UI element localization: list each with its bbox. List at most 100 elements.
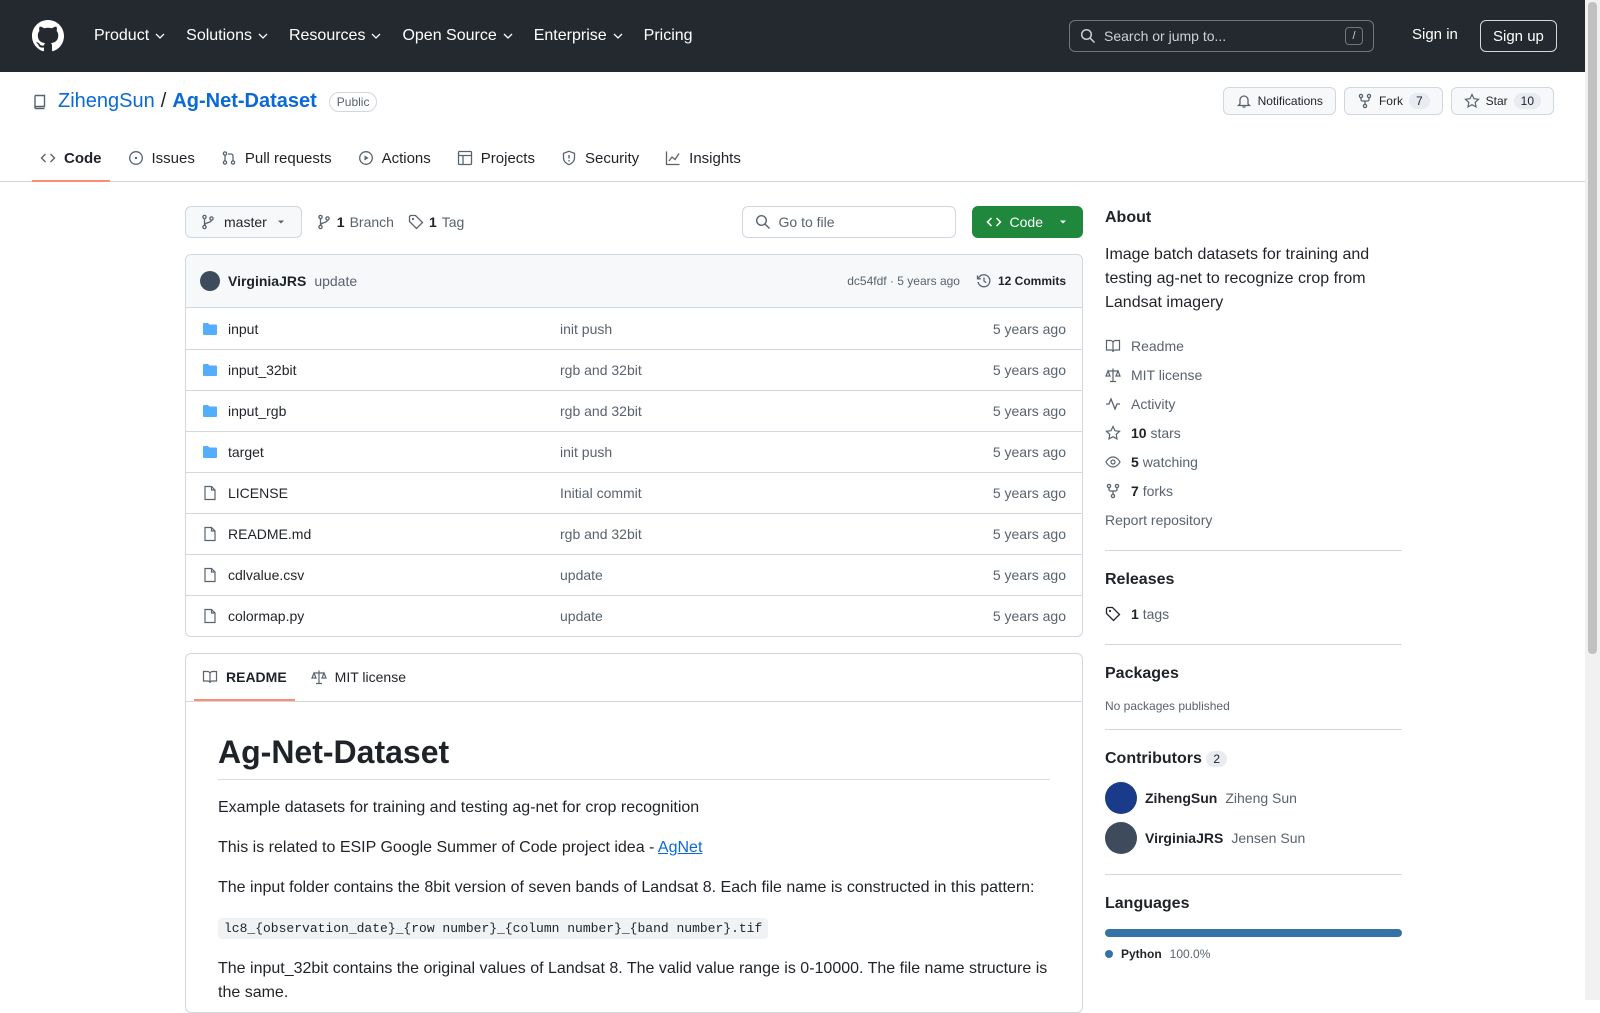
- releases-heading[interactable]: Releases: [1105, 571, 1402, 589]
- activity-link[interactable]: Activity: [1105, 389, 1402, 418]
- branches-link[interactable]: 1 Branch: [316, 214, 394, 230]
- file-name-link[interactable]: colormap.py: [228, 608, 560, 624]
- readme-title: Ag-Net-Dataset: [218, 734, 1050, 780]
- sign-up-button[interactable]: Sign up: [1480, 20, 1557, 52]
- contributor-item[interactable]: ZihengSun Ziheng Sun: [1105, 778, 1402, 818]
- tab-code[interactable]: Code: [32, 136, 110, 182]
- eye-icon: [1105, 455, 1121, 468]
- file-name-link[interactable]: input_32bit: [228, 362, 560, 378]
- file-commit-message-link[interactable]: init push: [560, 321, 993, 337]
- readme-link[interactable]: Readme: [1105, 331, 1402, 360]
- forks-link[interactable]: 7 forks: [1105, 476, 1402, 505]
- contributors-count: 2: [1206, 751, 1228, 767]
- nav-pricing[interactable]: Pricing: [636, 21, 701, 51]
- watching-label: watching: [1142, 453, 1198, 470]
- search-input[interactable]: Search or jump to... /: [1069, 20, 1374, 52]
- watchers-link[interactable]: 5 watching: [1105, 447, 1402, 476]
- forks-count: 7: [1131, 482, 1139, 499]
- top-nav: Product Solutions Resources Open Source …: [86, 21, 701, 51]
- repo-owner-link[interactable]: ZihengSun: [58, 90, 155, 113]
- file-name-link[interactable]: cdlvalue.csv: [228, 567, 560, 583]
- avatar[interactable]: [200, 271, 220, 291]
- file-commit-message-link[interactable]: update: [560, 567, 993, 583]
- fork-button[interactable]: Fork 7: [1343, 87, 1443, 115]
- nav-product[interactable]: Product: [86, 21, 174, 51]
- avatar[interactable]: [1105, 822, 1137, 854]
- fork-icon: [1106, 483, 1120, 498]
- tab-issues[interactable]: Issues: [120, 136, 203, 182]
- nav-enterprise[interactable]: Enterprise: [526, 21, 632, 51]
- divider: [1105, 874, 1402, 875]
- repo-icon: [34, 94, 46, 109]
- file-row[interactable]: LICENSE Initial commit 5 years ago: [186, 472, 1082, 513]
- contributor-item[interactable]: VirginiaJRS Jensen Sun: [1105, 818, 1402, 858]
- scrollbar[interactable]: [1585, 0, 1600, 1000]
- release-tags-link[interactable]: 1 tags: [1105, 599, 1402, 628]
- tab-actions[interactable]: Actions: [350, 136, 439, 182]
- packages-heading[interactable]: Packages: [1105, 665, 1402, 683]
- file-commit-message-link[interactable]: update: [560, 608, 993, 624]
- contributors-heading[interactable]: Contributors 2: [1105, 750, 1402, 768]
- file-row[interactable]: cdlvalue.csv update 5 years ago: [186, 554, 1082, 595]
- github-logo-icon[interactable]: [32, 20, 64, 52]
- commit-author-link[interactable]: VirginiaJRS: [228, 273, 306, 289]
- language-item[interactable]: Python 100.0%: [1105, 947, 1402, 961]
- star-button[interactable]: Star 10: [1450, 87, 1554, 115]
- chevron-down-icon: [155, 33, 165, 39]
- file-name-link[interactable]: target: [228, 444, 560, 460]
- pull-request-icon: [222, 151, 236, 165]
- go-to-file-input[interactable]: Go to file: [741, 206, 956, 238]
- commit-message-link[interactable]: update: [314, 273, 357, 289]
- tab-projects[interactable]: Projects: [449, 136, 543, 182]
- file-name-link[interactable]: README.md: [228, 526, 560, 542]
- tab-insights[interactable]: Insights: [657, 136, 749, 182]
- stars-link[interactable]: 10 stars: [1105, 418, 1402, 447]
- file-commit-message-link[interactable]: rgb and 32bit: [560, 362, 993, 378]
- sign-in-link[interactable]: Sign in: [1412, 26, 1458, 43]
- tab-license[interactable]: MIT license: [303, 654, 414, 701]
- license-link[interactable]: MIT license: [1105, 360, 1402, 389]
- shield-icon: [562, 150, 576, 166]
- bell-icon: [1236, 95, 1251, 108]
- branch-selector[interactable]: master: [185, 206, 302, 238]
- tag-icon: [408, 214, 424, 230]
- file-row[interactable]: input_rgb rgb and 32bit 5 years ago: [186, 390, 1082, 431]
- file-row[interactable]: target init push 5 years ago: [186, 431, 1082, 472]
- commit-hash-link[interactable]: dc54fdf · 5 years ago: [847, 274, 960, 288]
- file-name-link[interactable]: input: [228, 321, 560, 337]
- file-name-link[interactable]: input_rgb: [228, 403, 560, 419]
- nav-solutions[interactable]: Solutions: [178, 21, 277, 51]
- file-row[interactable]: README.md rgb and 32bit 5 years ago: [186, 513, 1082, 554]
- file-commit-message-link[interactable]: rgb and 32bit: [560, 403, 993, 419]
- file-commit-message-link[interactable]: Initial commit: [560, 485, 993, 501]
- file-age: 5 years ago: [992, 485, 1066, 501]
- avatar[interactable]: [1105, 782, 1137, 814]
- readme-text: This is related to ESIP Google Summer of…: [218, 839, 658, 856]
- file-row[interactable]: colormap.py update 5 years ago: [186, 595, 1082, 636]
- tab-readme[interactable]: README: [194, 654, 295, 701]
- file-commit-message-link[interactable]: rgb and 32bit: [560, 526, 993, 542]
- tags-link[interactable]: 1 Tag: [408, 214, 464, 230]
- agnet-link[interactable]: AgNet: [658, 839, 702, 856]
- caret-down-icon: [1060, 220, 1066, 224]
- file-commit-message-link[interactable]: init push: [560, 444, 993, 460]
- notifications-button[interactable]: Notifications: [1222, 87, 1336, 115]
- repo-name-link[interactable]: Ag-Net-Dataset: [172, 90, 316, 113]
- tab-security[interactable]: Security: [553, 136, 647, 182]
- code-dropdown-button[interactable]: Code: [971, 206, 1083, 238]
- branch-icon: [318, 214, 330, 230]
- tab-pull-requests[interactable]: Pull requests: [213, 136, 340, 182]
- scrollbar-thumb[interactable]: [1588, 2, 1597, 654]
- commits-history-link[interactable]: 12 Commits: [976, 273, 1066, 289]
- file-name-link[interactable]: LICENSE: [228, 485, 560, 501]
- main-content: master 1 Branch 1 Tag Go to file Code Virg…: [185, 206, 1083, 1013]
- readme-paragraph: This is related to ESIP Google Summer of…: [218, 836, 1050, 860]
- file-icon: [204, 608, 216, 624]
- file-row[interactable]: input init push 5 years ago: [186, 308, 1082, 349]
- caret-down-icon: [277, 220, 284, 224]
- report-repository-link[interactable]: Report repository: [1105, 505, 1402, 534]
- nav-resources[interactable]: Resources: [281, 21, 390, 51]
- star-icon: [1105, 424, 1121, 440]
- nav-open-source[interactable]: Open Source: [394, 21, 521, 51]
- file-row[interactable]: input_32bit rgb and 32bit 5 years ago: [186, 349, 1082, 390]
